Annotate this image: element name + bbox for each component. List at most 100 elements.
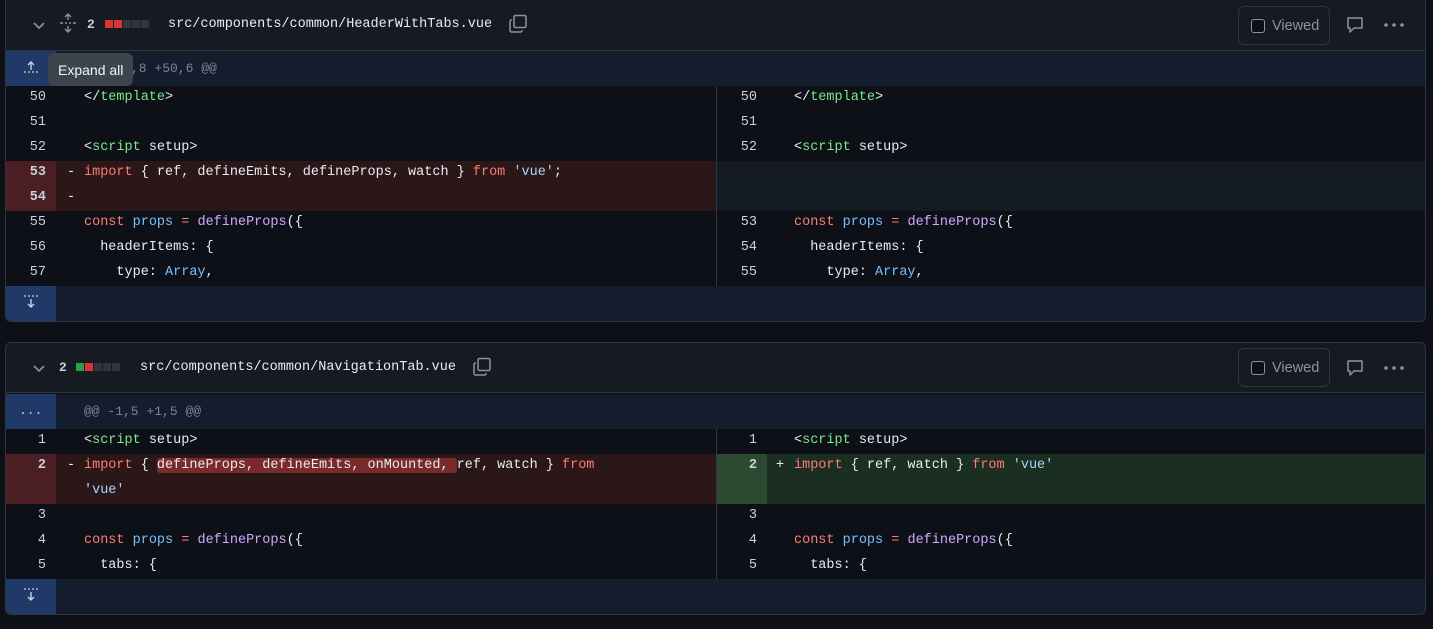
line-number[interactable]: 55 [6,215,46,230]
hunk-header: ,8 +50,6 @@ [6,51,1425,86]
diffstat-block [114,20,122,28]
line-number[interactable]: 53 [717,215,757,230]
file-diff-navigation-tab: 2 src/components/common/NavigationTab.vu… [5,342,1426,615]
code-line: <script setup> [794,140,908,155]
line-number[interactable]: 51 [6,115,46,130]
viewed-label: Viewed [1272,17,1320,34]
line-number[interactable]: 53 [6,165,46,180]
line-number[interactable]: 54 [6,190,46,205]
code-line: import { ref, defineEmits, defineProps, … [84,165,563,180]
diff-line: 57 type: Array, 55 type: Array, [6,261,1425,286]
file-name-link[interactable]: src/components/common/HeaderWithTabs.vue [168,17,492,32]
diff-line: 51 51 [6,111,1425,136]
expand-down-button[interactable] [6,579,56,614]
diffstat-block [105,20,113,28]
file-diff-header-with-tabs: 2 src/components/common/HeaderWithTabs.v… [5,0,1426,322]
viewed-label: Viewed [1272,359,1320,376]
checkbox-icon [1251,18,1265,33]
diffstat-block [112,363,120,371]
hunk-footer [6,579,1425,614]
code-line: headerItems: { [794,240,924,255]
diff-line: 52 <script setup> 52 <script setup> [6,136,1425,161]
chevron-down-icon[interactable] [31,360,47,376]
code-line: const props = defineProps({ [794,215,1013,230]
kebab-horizontal-icon[interactable] [1382,15,1406,35]
code-line: <script setup> [794,433,908,448]
diffstat-block [94,363,102,371]
hunk-footer [6,286,1425,321]
copy-icon[interactable] [508,14,528,34]
line-number[interactable]: 4 [6,533,46,548]
code-line: type: Array, [84,265,214,280]
diffstat-block [103,363,111,371]
comment-icon[interactable] [1345,15,1365,35]
line-number[interactable]: 1 [6,433,46,448]
file-name-link[interactable]: src/components/common/NavigationTab.vue [140,360,456,375]
line-number[interactable]: 3 [6,508,46,523]
diffstat [76,363,120,371]
viewed-checkbox-button[interactable]: Viewed [1238,6,1330,45]
viewed-checkbox-button[interactable]: Viewed [1238,348,1330,387]
deletion-sign: - [67,458,76,473]
code-line: type: Array, [794,265,924,280]
code-line: const props = defineProps({ [794,533,1013,548]
empty-line [717,161,1425,186]
code-line: import { ref, watch } from 'vue' [794,458,1054,473]
diffstat-block [123,20,131,28]
diff-line: 3 3 [6,504,1425,529]
diffstat [105,20,149,28]
diffstat-block [85,363,93,371]
file-header: 2 src/components/common/NavigationTab.vu… [6,343,1425,393]
comment-icon[interactable] [1345,358,1365,378]
diff-line-modified: 2 - import { defineProps, defineEmits, o… [6,454,1425,504]
code-line: </template> [794,90,884,105]
expand-all-button[interactable]: ... [6,394,56,429]
diffstat-block [132,20,140,28]
changes-count: 2 [87,17,95,32]
line-number[interactable]: 54 [717,240,757,255]
diff-line-deletion: 53 - import { ref, defineEmits, definePr… [6,161,1425,186]
code-line: tabs: { [794,558,867,573]
diff-line: 4 const props = defineProps({ 4 const prop… [6,529,1425,554]
file-header: 2 src/components/common/HeaderWithTabs.v… [6,0,1425,51]
line-number[interactable]: 5 [6,558,46,573]
line-number[interactable]: 57 [6,265,46,280]
code-line: <script setup> [84,433,198,448]
line-number[interactable]: 52 [717,140,757,155]
ellipsis-label: ... [19,403,43,418]
line-number[interactable]: 1 [717,433,757,448]
code-line: headerItems: { [84,240,214,255]
unfold-icon[interactable] [59,13,77,33]
changes-count: 2 [59,360,67,375]
fold-down-icon [24,588,38,601]
line-number[interactable]: 4 [717,533,757,548]
diff-line: 5 tabs: { 5 tabs: { [6,554,1425,579]
code-line: const props = defineProps({ [84,215,303,230]
line-number[interactable]: 5 [717,558,757,573]
expand-all-tooltip: Expand all [48,53,134,86]
code-line: const props = defineProps({ [84,533,303,548]
chevron-down-icon[interactable] [31,17,47,33]
line-number[interactable]: 50 [717,90,757,105]
line-number[interactable]: 50 [6,90,46,105]
code-line: <script setup> [84,140,198,155]
code-line: tabs: { [84,558,157,573]
hunk-header: ... @@ -1,5 +1,5 @@ [6,394,1425,429]
copy-icon[interactable] [472,357,492,377]
line-number[interactable]: 56 [6,240,46,255]
diff-line: 1 <script setup> 1 <script setup> [6,429,1425,454]
line-number[interactable]: 52 [6,140,46,155]
line-number[interactable]: 51 [717,115,757,130]
fold-down-icon [24,295,38,308]
empty-line [717,186,1425,211]
code-line: import { defineProps, defineEmits, onMou… [84,458,595,473]
expand-down-button[interactable] [6,286,56,321]
line-number[interactable]: 55 [717,265,757,280]
diff-line: 55 const props = defineProps({ 53 const pr… [6,211,1425,236]
kebab-horizontal-icon[interactable] [1382,358,1406,378]
fold-up-icon [24,61,38,73]
diffstat-block [76,363,84,371]
line-number[interactable]: 2 [717,458,757,473]
line-number[interactable]: 3 [717,508,757,523]
line-number[interactable]: 2 [6,458,46,473]
